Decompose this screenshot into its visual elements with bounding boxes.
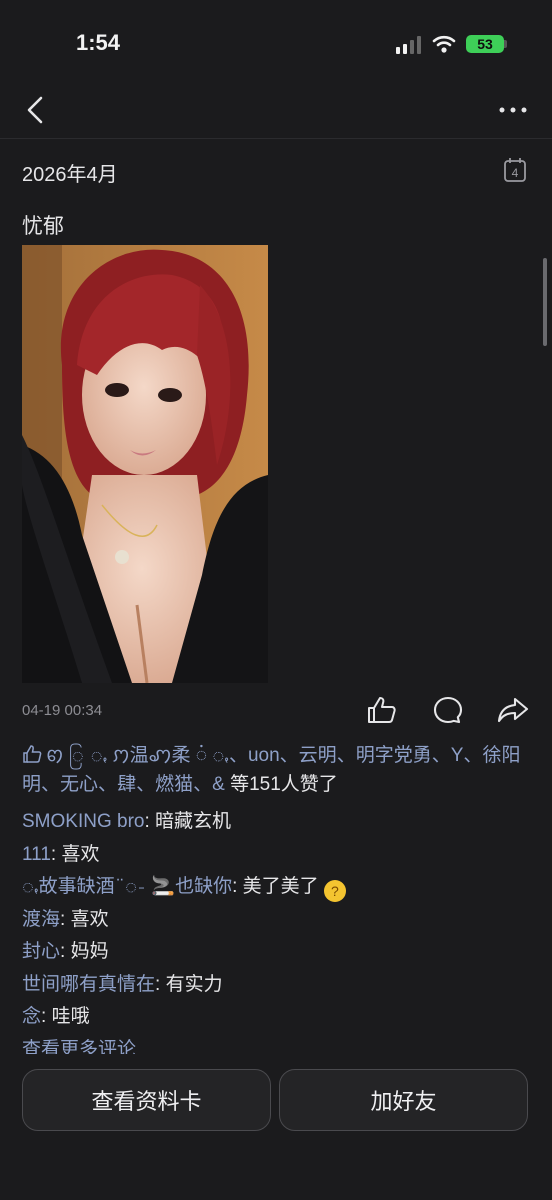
status-bar: 1:54 53 [0, 0, 552, 88]
separator: 、 [228, 745, 248, 766]
add-friend-button[interactable]: 加好友 [279, 1069, 528, 1131]
liker-name[interactable]: Y [451, 745, 464, 766]
liker-name[interactable]: uon [248, 745, 280, 766]
liker-name[interactable]: 云明 [299, 745, 337, 766]
comment-author[interactable]: SMOKING bro [22, 811, 144, 832]
comment-text: 暗藏玄机 [155, 811, 232, 832]
likes-list: ꩅ ြ ꩻ ꩀ温ꩇ柔 ꩌ ꩻ、uon、云明、明字党勇、Y、徐阳明、无心、肆、燃猫… [22, 741, 530, 799]
comment-row[interactable]: ꩻ故事缺酒 ̈ ꩽ 🚬也缺你: 美了美了 ? [22, 871, 530, 904]
back-icon[interactable] [24, 92, 48, 128]
battery-level: 53 [477, 36, 493, 52]
liker-name[interactable]: 肆 [117, 774, 136, 795]
comment-text: 美了美了 [242, 876, 319, 897]
post-time: 04-19 00:34 [22, 702, 103, 719]
status-time: 1:54 [76, 30, 121, 55]
comment-colon: : [232, 876, 243, 897]
comment-author[interactable]: 世间哪有真情在 [22, 974, 155, 995]
comment-author[interactable]: 渡海 [22, 909, 60, 930]
liker-name[interactable]: 无心 [60, 774, 98, 795]
comment-colon: : [144, 811, 156, 832]
comment-row[interactable]: 111: 喜欢 [22, 839, 530, 872]
separator: 、 [336, 745, 356, 766]
bottom-action-bar: 查看资料卡 加好友 [0, 1055, 552, 1200]
comment-row[interactable]: 世间哪有真情在: 有实力 [22, 969, 530, 1002]
separator: 、 [279, 745, 299, 766]
comment-list: SMOKING bro: 暗藏玄机 111: 喜欢 ꩻ故事缺酒 ̈ ꩽ 🚬也缺你… [22, 806, 530, 1054]
share-icon[interactable] [497, 695, 529, 725]
comment-icon[interactable] [432, 695, 464, 725]
more-icon[interactable] [498, 102, 528, 118]
thinking-emoji-icon: ? [323, 880, 346, 902]
comment-row[interactable]: 渡海: 喜欢 [22, 904, 530, 937]
comment-text: 喜欢 [61, 843, 100, 865]
comment-row[interactable]: 念: 哇哦 [22, 1001, 530, 1034]
separator: 、 [136, 774, 156, 795]
liker-name[interactable]: & [212, 774, 225, 795]
like-icon[interactable] [366, 695, 398, 725]
separator: 、 [98, 774, 118, 795]
comment-author[interactable]: 封心 [22, 941, 60, 962]
liker-name[interactable]: ꩅ ြ ꩻ ꩀ温ꩇ柔 ꩌ ꩻ [46, 745, 229, 766]
comment-colon: : [60, 941, 71, 962]
separator: 、 [431, 745, 451, 766]
calendar-day: 4 [512, 166, 519, 180]
comment-colon: : [60, 908, 71, 930]
post-text: 忧郁 [22, 215, 64, 238]
comment-colon: : [50, 843, 62, 865]
comment-text: 有实力 [165, 973, 223, 995]
comment-colon: : [41, 1006, 52, 1027]
battery-icon: 53 [466, 35, 504, 53]
comment-colon: : [155, 973, 166, 995]
cellular-signal-icon [396, 36, 421, 54]
nav-bar [0, 88, 552, 139]
comment-text: 喜欢 [70, 908, 109, 930]
liker-name[interactable]: 燃猫 [155, 774, 193, 795]
like-count-icon [23, 745, 42, 763]
wifi-icon [432, 35, 456, 53]
comment-text: 妈妈 [70, 941, 109, 962]
likes-count: 等151人赞了 [224, 774, 338, 795]
date-header: 2026年4月 [22, 164, 118, 186]
calendar-icon[interactable]: 4 [503, 157, 527, 183]
liker-name[interactable]: 明字党勇 [356, 745, 432, 766]
portrait-image [22, 245, 268, 683]
comment-author[interactable]: ꩻ故事缺酒 ̈ ꩽ 🚬也缺你 [22, 876, 232, 897]
view-profile-card-button[interactable]: 查看资料卡 [22, 1069, 271, 1131]
post-photo[interactable] [22, 245, 268, 683]
comment-row[interactable]: SMOKING bro: 暗藏玄机 [22, 806, 530, 839]
separator: 、 [193, 774, 213, 795]
comment-row[interactable]: 封心: 妈妈 [22, 936, 530, 969]
battery-tip [504, 40, 507, 48]
view-more-comments-link[interactable]: 查看更多评论 [22, 1034, 530, 1054]
separator: 、 [41, 774, 61, 795]
comment-author[interactable]: 111 [22, 844, 51, 865]
separator: 、 [463, 745, 483, 766]
scrollbar[interactable] [543, 258, 547, 346]
comment-author[interactable]: 念 [22, 1006, 41, 1027]
comment-text: 哇哦 [51, 1006, 90, 1027]
